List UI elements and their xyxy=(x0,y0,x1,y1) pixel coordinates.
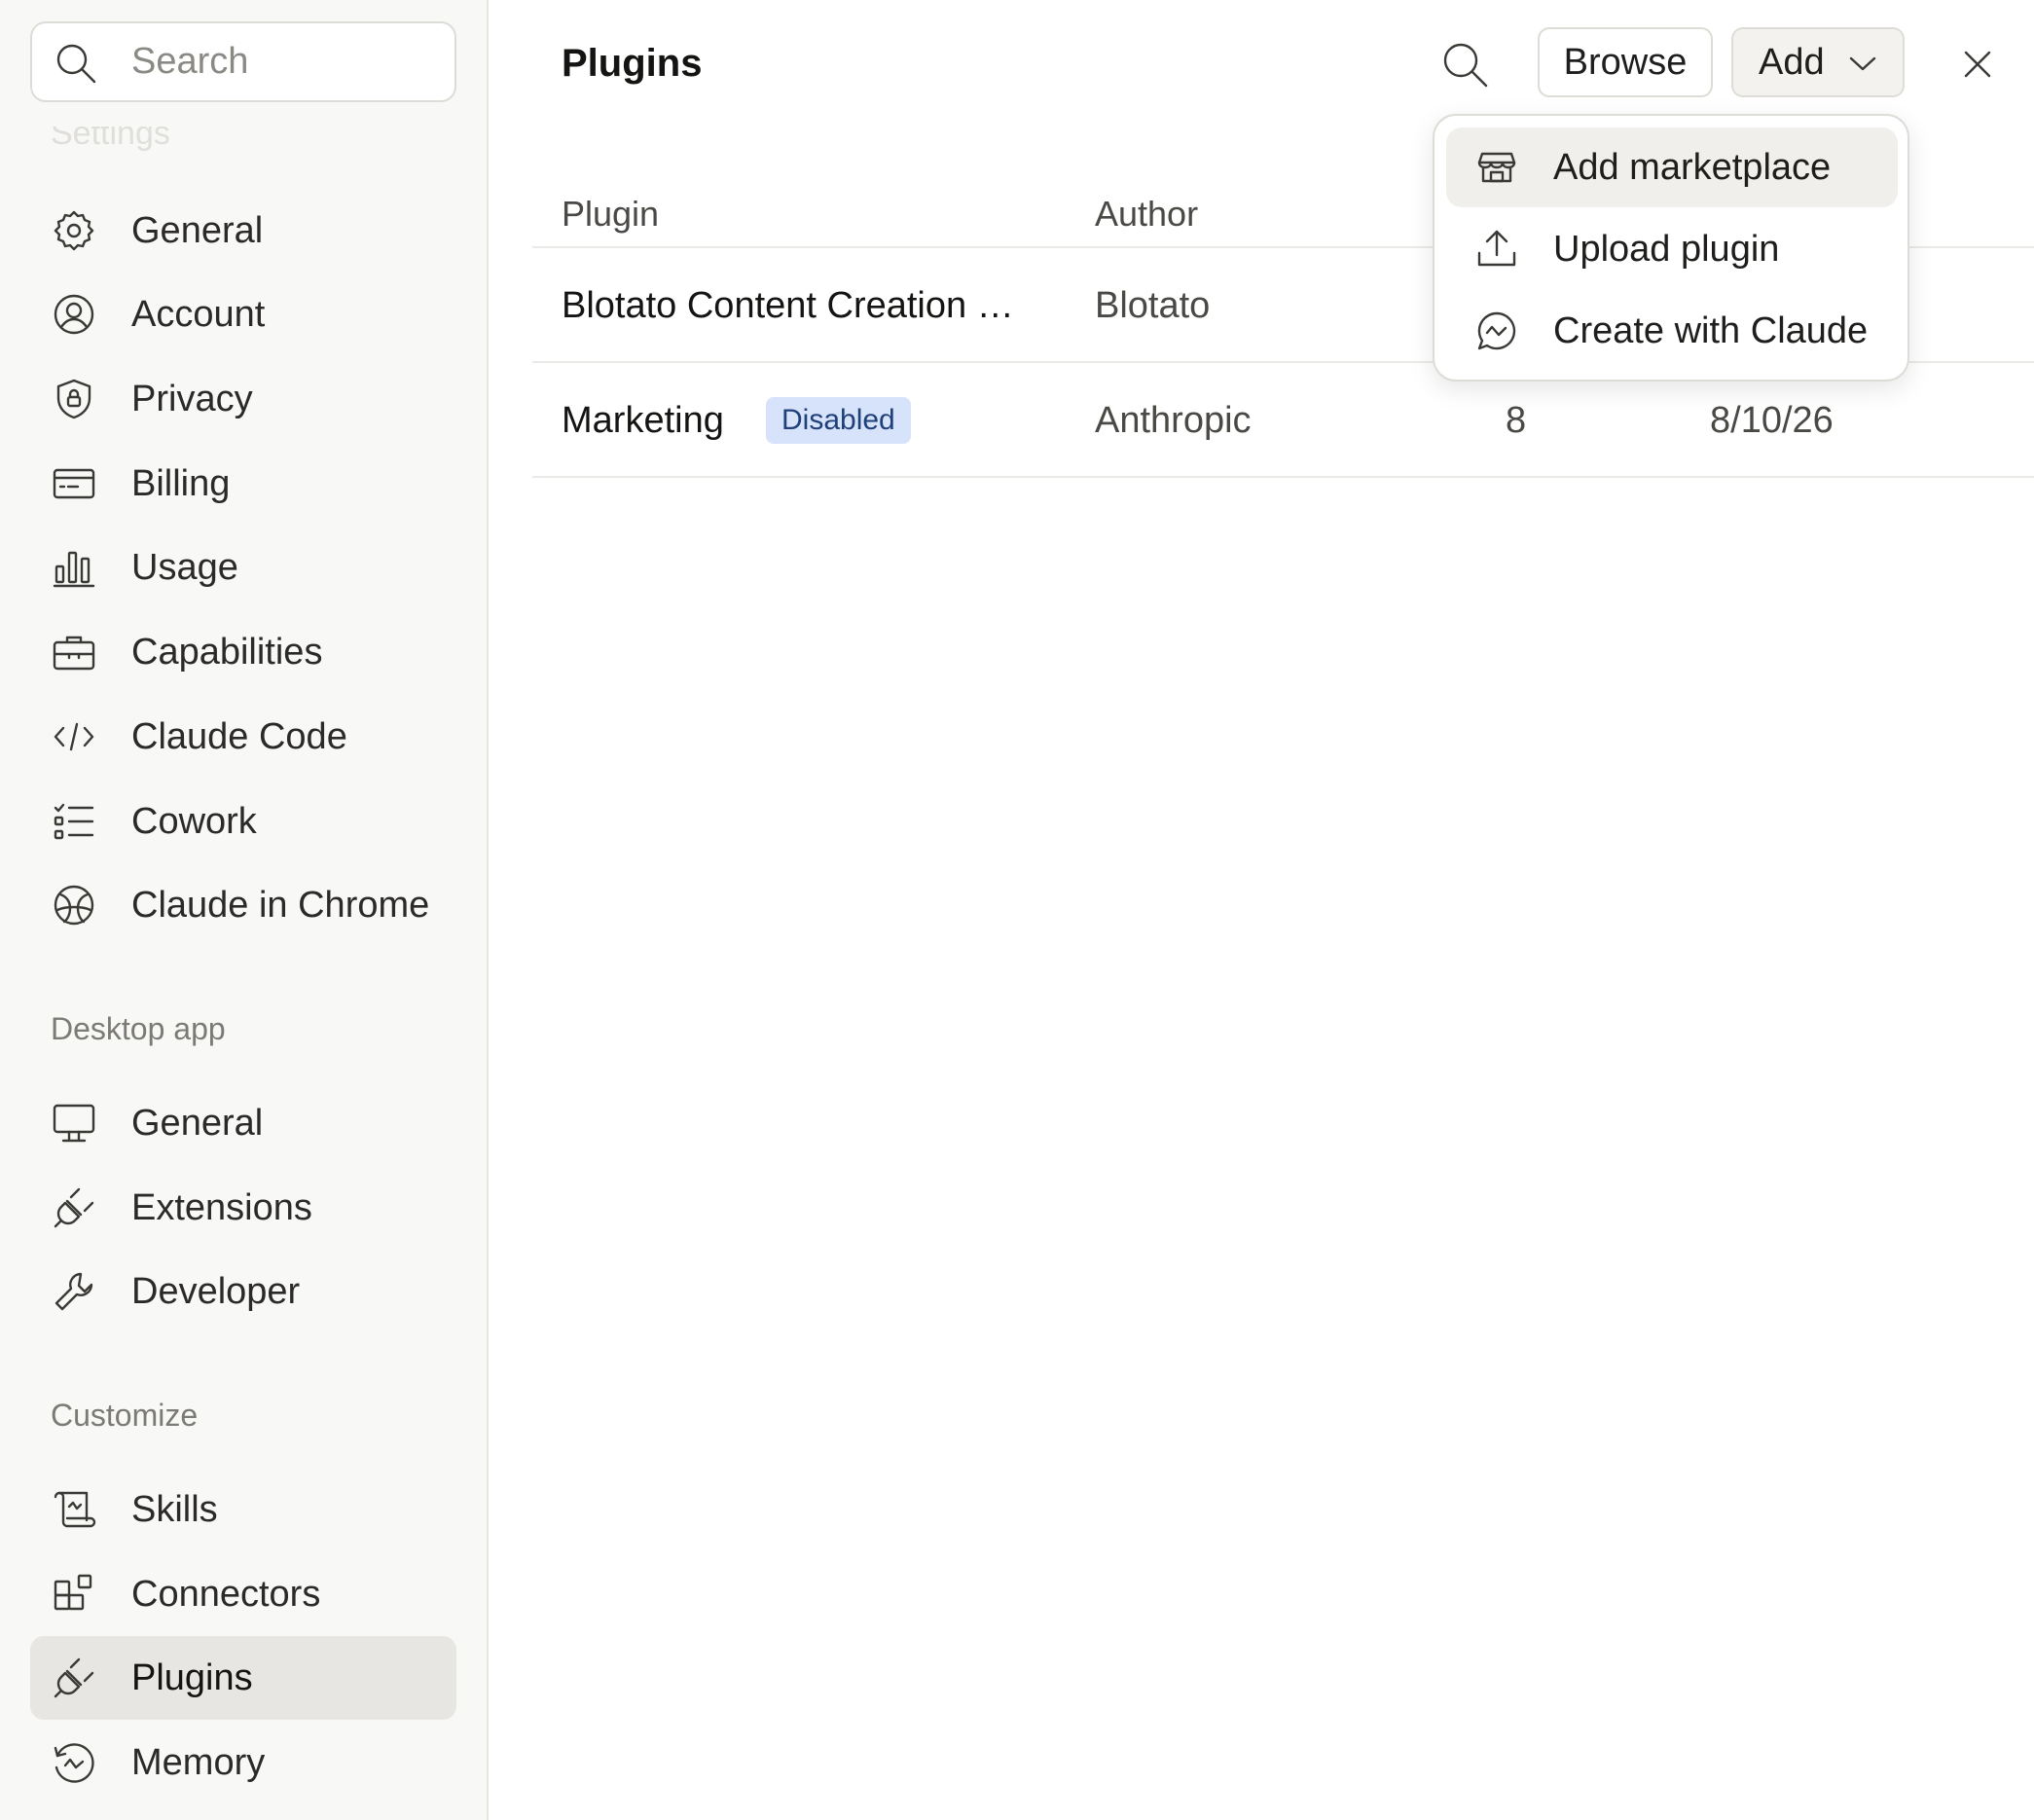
sidebar-item-privacy[interactable]: Privacy xyxy=(30,357,456,441)
sidebar-item-general[interactable]: General xyxy=(30,189,456,273)
close-button[interactable] xyxy=(1956,43,1999,86)
monitor-icon xyxy=(52,1101,96,1146)
memory-icon xyxy=(52,1740,96,1785)
sidebar-item-label: Cowork xyxy=(131,801,257,842)
sidebar-item-label: Connectors xyxy=(131,1574,321,1615)
sidebar-item-billing[interactable]: Billing xyxy=(30,442,456,526)
sidebar-search-input[interactable]: Search xyxy=(30,21,456,102)
sidebar-item-label: Account xyxy=(131,294,266,335)
checklist-icon xyxy=(52,799,96,844)
sidebar-item-label: Billing xyxy=(131,463,231,504)
sidebar-item-desktop-general[interactable]: General xyxy=(30,1081,456,1165)
sidebar-item-label: Extensions xyxy=(131,1187,312,1228)
search-placeholder: Search xyxy=(131,41,249,82)
sidebar-item-label: Developer xyxy=(131,1271,301,1312)
sidebar-item-capabilities[interactable]: Capabilities xyxy=(30,610,456,694)
search-icon xyxy=(1437,37,1492,91)
sidebar-item-usage[interactable]: Usage xyxy=(30,526,456,609)
gear-icon xyxy=(52,208,96,253)
sidebar-item-label: Capabilities xyxy=(131,632,323,673)
plugin-updated-date: 8/10/26 xyxy=(1710,400,1834,441)
sidebar-item-skills[interactable]: Skills xyxy=(30,1468,456,1551)
plugin-count: 8 xyxy=(1506,400,1527,441)
menu-item-label: Create with Claude xyxy=(1553,310,1869,351)
sidebar-item-label: Claude in Chrome xyxy=(131,885,430,926)
upload-icon xyxy=(1475,228,1518,271)
chat-bubble-icon xyxy=(1475,309,1518,352)
status-badge: Disabled xyxy=(766,397,911,444)
plug-icon xyxy=(52,1185,96,1230)
code-icon xyxy=(52,714,96,759)
desktop-app-section-title: Desktop app xyxy=(51,1011,226,1046)
column-header-author[interactable]: Author xyxy=(1095,185,1198,243)
plugin-search-button[interactable] xyxy=(1437,37,1492,91)
bar-chart-icon xyxy=(52,545,96,590)
sidebar-item-label: Claude Code xyxy=(131,716,347,757)
menu-item-label: Upload plugin xyxy=(1553,229,1780,270)
sidebar-item-label: Skills xyxy=(131,1489,218,1530)
wrench-icon xyxy=(52,1269,96,1314)
menu-item-add-marketplace[interactable]: Add marketplace xyxy=(1446,127,1898,207)
sidebar-item-account[interactable]: Account xyxy=(30,273,456,356)
page-title: Plugins xyxy=(562,42,703,85)
settings-sidebar: Search Settings General Account Privacy xyxy=(0,0,489,1820)
settings-section-title: Settings xyxy=(51,115,170,152)
sidebar-item-extensions[interactable]: Extensions xyxy=(30,1166,456,1250)
column-header-plugin[interactable]: Plugin xyxy=(562,185,659,243)
sidebar-item-plugins[interactable]: Plugins xyxy=(30,1636,456,1720)
plugin-name: Blotato Content Creation … xyxy=(562,285,1014,326)
sidebar-item-label: Privacy xyxy=(131,379,253,419)
row-divider xyxy=(532,476,2034,478)
add-button-label: Add xyxy=(1759,42,1825,83)
sidebar-item-label: General xyxy=(131,1103,264,1144)
add-dropdown-menu: Add marketplace Upload plugin Create wit… xyxy=(1433,114,1909,382)
store-icon xyxy=(1475,146,1518,189)
credit-card-icon xyxy=(52,461,96,506)
menu-item-upload-plugin[interactable]: Upload plugin xyxy=(1446,209,1898,289)
search-icon xyxy=(52,39,100,88)
sidebar-item-cowork[interactable]: Cowork xyxy=(30,780,456,863)
sidebar-item-label: Usage xyxy=(131,547,238,588)
menu-item-create-with-claude[interactable]: Create with Claude xyxy=(1446,291,1898,371)
plugin-author: Blotato xyxy=(1095,285,1211,326)
plugin-name: Marketing xyxy=(562,400,724,441)
browse-button[interactable]: Browse xyxy=(1538,27,1713,97)
menu-item-label: Add marketplace xyxy=(1553,147,1832,188)
sidebar-item-memory[interactable]: Memory xyxy=(30,1721,456,1804)
customize-section-title: Customize xyxy=(51,1398,199,1433)
sidebar-item-label: Memory xyxy=(131,1742,266,1783)
briefcase-icon xyxy=(52,630,96,674)
chevron-down-icon xyxy=(1848,51,1877,76)
sidebar-item-label: General xyxy=(131,210,264,251)
sidebar-item-claude-in-chrome[interactable]: Claude in Chrome xyxy=(30,863,456,947)
plugin-author: Anthropic xyxy=(1095,400,1252,441)
user-circle-icon xyxy=(52,292,96,337)
sidebar-item-label: Plugins xyxy=(131,1657,253,1698)
sidebar-item-claude-code[interactable]: Claude Code xyxy=(30,695,456,779)
shield-lock-icon xyxy=(52,377,96,421)
plug-icon xyxy=(52,1656,96,1700)
sidebar-item-developer[interactable]: Developer xyxy=(30,1250,456,1333)
blocks-icon xyxy=(52,1572,96,1617)
add-dropdown-button[interactable]: Add xyxy=(1731,27,1905,97)
close-icon xyxy=(1956,43,1999,86)
globe-icon xyxy=(52,883,96,928)
sidebar-item-connectors[interactable]: Connectors xyxy=(30,1552,456,1636)
settings-window: Search Settings General Account Privacy xyxy=(0,0,2034,1820)
scroll-icon xyxy=(52,1487,96,1532)
